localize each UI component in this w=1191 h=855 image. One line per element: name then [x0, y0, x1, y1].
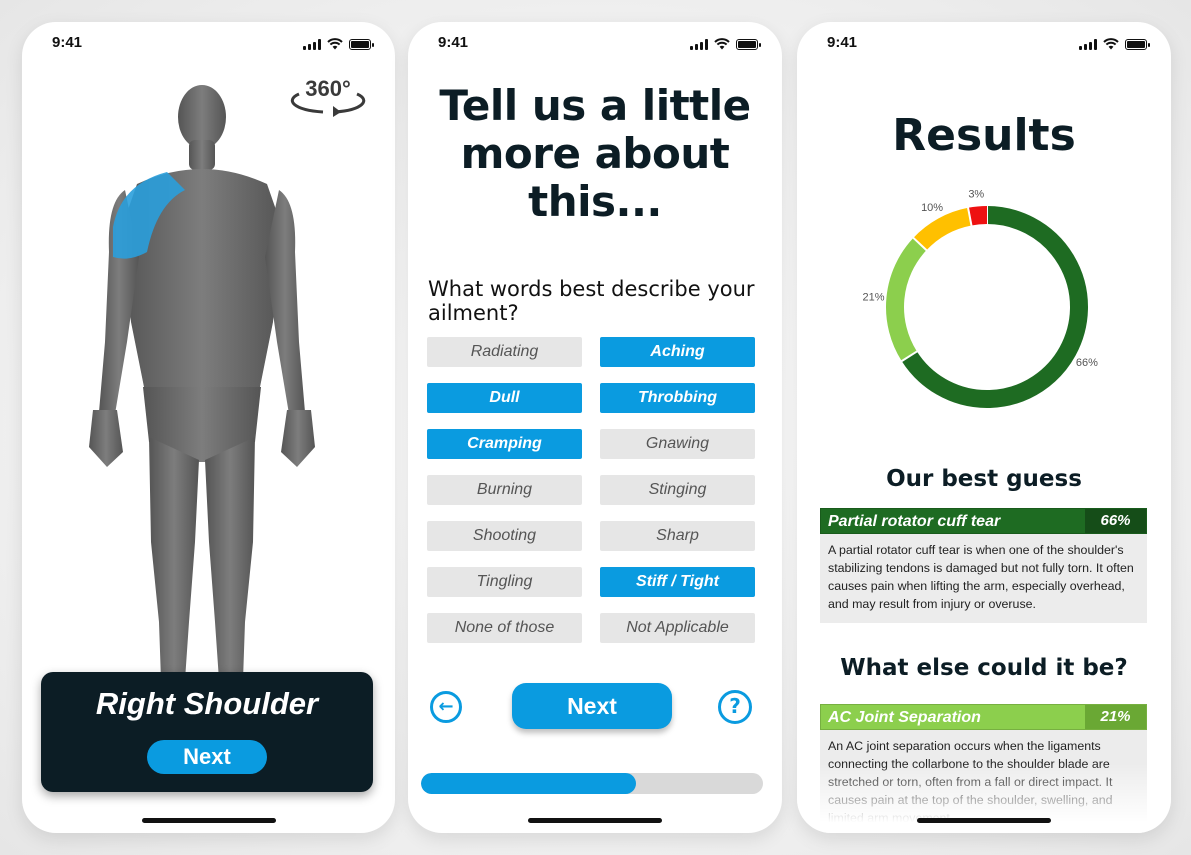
navigation-row: ← Next ?: [408, 682, 782, 732]
diagnosis-header: Partial rotator cuff tear 66%: [820, 508, 1147, 534]
diagnosis-name: Partial rotator cuff tear: [828, 513, 1001, 530]
diagnosis-name: AC Joint Separation: [828, 709, 981, 726]
cellular-signal-icon: [303, 38, 321, 50]
donut-slice: [886, 237, 927, 362]
best-guess-heading: Our best guess: [886, 466, 1082, 492]
alternatives-heading: What else could it be?: [840, 655, 1128, 681]
symptom-option[interactable]: Burning: [427, 475, 582, 505]
cellular-signal-icon: [690, 38, 708, 50]
wifi-icon: [714, 38, 730, 50]
status-time: 9:41: [827, 34, 858, 51]
donut-slice: [913, 207, 972, 251]
page-title: Tell us a little more about this...: [439, 81, 751, 226]
diagnosis-percent: 66%: [1085, 509, 1146, 533]
symptom-option[interactable]: Gnawing: [600, 429, 755, 459]
symptom-option[interactable]: Throbbing: [600, 383, 755, 413]
body-model-figure[interactable]: [77, 62, 327, 682]
status-time: 9:41: [52, 34, 83, 51]
status-bar: 9:41: [22, 34, 395, 54]
diagnosis-description: A partial rotator cuff tear is when one …: [828, 543, 1134, 611]
symptom-option[interactable]: Dull: [427, 383, 582, 413]
symptom-option[interactable]: Tingling: [427, 567, 582, 597]
battery-icon: [736, 38, 761, 50]
back-arrow-icon[interactable]: ←: [430, 691, 462, 723]
donut-slice: [968, 206, 988, 226]
next-button[interactable]: Next: [147, 740, 267, 774]
battery-icon: [349, 38, 374, 50]
wifi-icon: [1103, 38, 1119, 50]
home-indicator: [528, 818, 662, 823]
donut-slice: [901, 206, 1088, 408]
symptom-option[interactable]: Aching: [600, 337, 755, 367]
slice-label: 66%: [1076, 357, 1098, 369]
home-indicator: [141, 818, 276, 823]
help-question-icon[interactable]: ?: [718, 690, 752, 724]
location-title: Right Shoulder: [95, 686, 319, 721]
progress-fill: [421, 773, 637, 794]
progress-bar: [421, 773, 763, 794]
diagnosis-percent: 21%: [1085, 705, 1146, 729]
symptom-option[interactable]: Radiating: [427, 337, 582, 367]
symptom-option[interactable]: Stiff / Tight: [600, 567, 755, 597]
home-indicator: [917, 818, 1051, 823]
diagnosis-header: AC Joint Separation 21%: [820, 704, 1147, 730]
symptom-option[interactable]: None of those: [427, 613, 582, 643]
body-map-screen: 9:41 360° Right Shoulder Next: [22, 22, 395, 833]
results-donut-chart: 66% 21% 10% 3%: [862, 189, 1098, 408]
symptom-option[interactable]: Sharp: [600, 521, 755, 551]
slice-label: 3%: [968, 189, 984, 201]
slice-label: 21%: [862, 291, 884, 303]
battery-icon: [1125, 38, 1150, 50]
symptom-option[interactable]: Stinging: [600, 475, 755, 505]
symptom-option[interactable]: Shooting: [427, 521, 582, 551]
status-bar: 9:41: [408, 34, 782, 54]
question-text: What words best describe your ailment?: [428, 277, 755, 325]
page-title: Results: [892, 110, 1076, 161]
status-time: 9:41: [438, 34, 469, 51]
symptom-description-screen: 9:41 Tell us a little more about this...…: [408, 22, 782, 833]
wifi-icon: [327, 38, 343, 50]
selected-location-card: Right Shoulder Next: [41, 672, 373, 792]
slice-label: 10%: [921, 202, 943, 214]
best-guess-card[interactable]: Partial rotator cuff tear 66% A partial …: [820, 508, 1147, 623]
symptom-option[interactable]: Not Applicable: [600, 613, 755, 643]
symptom-option[interactable]: Cramping: [427, 429, 582, 459]
results-screen: 9:41 Results 66% 21% 10% 3% Our best guess …: [797, 22, 1171, 833]
next-button[interactable]: Next: [512, 683, 672, 729]
status-bar: 9:41: [797, 34, 1171, 54]
cellular-signal-icon: [1079, 38, 1097, 50]
